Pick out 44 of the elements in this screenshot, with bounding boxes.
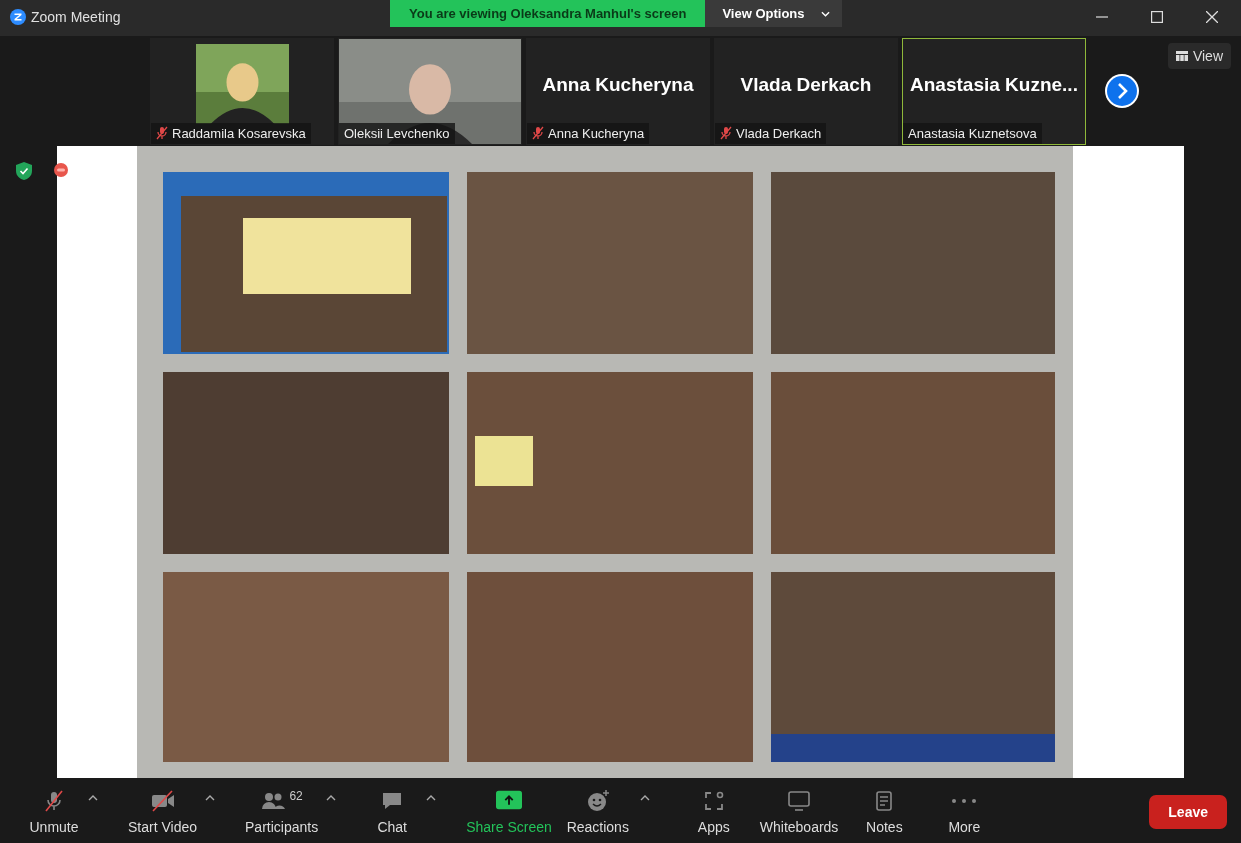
grid-icon — [1175, 50, 1188, 61]
participant-name: Anastasia Kuzne... — [910, 74, 1078, 97]
toolbar-button[interactable]: Start Video — [122, 782, 203, 841]
video-off-icon — [149, 788, 176, 813]
participant-tile[interactable]: Anna Kucheryna Anna Kucheryna — [526, 37, 710, 145]
maximize-icon[interactable] — [1151, 11, 1163, 23]
caret-icon[interactable] — [639, 794, 650, 801]
toolbar-button[interactable]: Apps — [673, 782, 754, 841]
participant-count: 62 — [289, 788, 303, 803]
participant-label: Vlada Derkach — [736, 125, 822, 141]
participant-name: Anna Kucheryna — [542, 74, 694, 97]
more-icon — [952, 798, 977, 803]
participant-label: Oleksii Levchenko — [344, 125, 450, 141]
view-options-button[interactable]: View Options — [705, 0, 842, 27]
whiteboard-icon — [786, 788, 813, 813]
participant-label: Raddamila Kosarevska — [172, 125, 306, 141]
participant-tile[interactable]: Oleksii Levchenko — [338, 37, 522, 145]
viewing-banner: You are viewing Oleksandra Manhul's screen — [390, 0, 706, 27]
zoom-logo-icon — [10, 9, 26, 25]
caret-icon[interactable] — [88, 794, 98, 801]
toolbar-button[interactable]: Notes — [844, 782, 925, 841]
participant-tile[interactable]: Anastasia Kuzne... Anastasia Kuznetsova — [902, 37, 1086, 145]
toolbar-button[interactable]: 62 Participants — [239, 782, 325, 841]
security-shield-icon[interactable] — [16, 162, 32, 181]
participant-label: Anastasia Kuznetsova — [908, 125, 1037, 141]
caret-icon[interactable] — [426, 794, 437, 801]
toolbar-button[interactable]: Reactions — [557, 782, 638, 841]
toolbar-button[interactable]: Unmute — [22, 782, 86, 841]
participant-tile[interactable]: Raddamila Kosarevska — [150, 37, 334, 145]
participant-label: Anna Kucheryna — [548, 125, 645, 141]
caret-icon[interactable] — [205, 794, 215, 801]
window-title: Zoom Meeting — [31, 9, 121, 25]
caret-icon — [820, 10, 830, 17]
close-icon[interactable] — [1206, 11, 1218, 23]
next-page-icon[interactable] — [1104, 72, 1140, 109]
participant-tile[interactable]: Vlada Derkach Vlada Derkach — [714, 37, 898, 145]
participant-name: Vlada Derkach — [740, 74, 872, 97]
toolbar-button[interactable]: More — [924, 782, 1005, 841]
toolbar-button[interactable]: Share Screen — [460, 782, 558, 841]
view-button[interactable]: View — [1167, 42, 1231, 69]
leave-button[interactable]: Leave — [1149, 794, 1227, 829]
toolbar-button[interactable]: Chat — [360, 782, 425, 841]
caret-icon[interactable] — [326, 794, 337, 801]
toolbar-button[interactable]: Whiteboards — [753, 782, 845, 841]
